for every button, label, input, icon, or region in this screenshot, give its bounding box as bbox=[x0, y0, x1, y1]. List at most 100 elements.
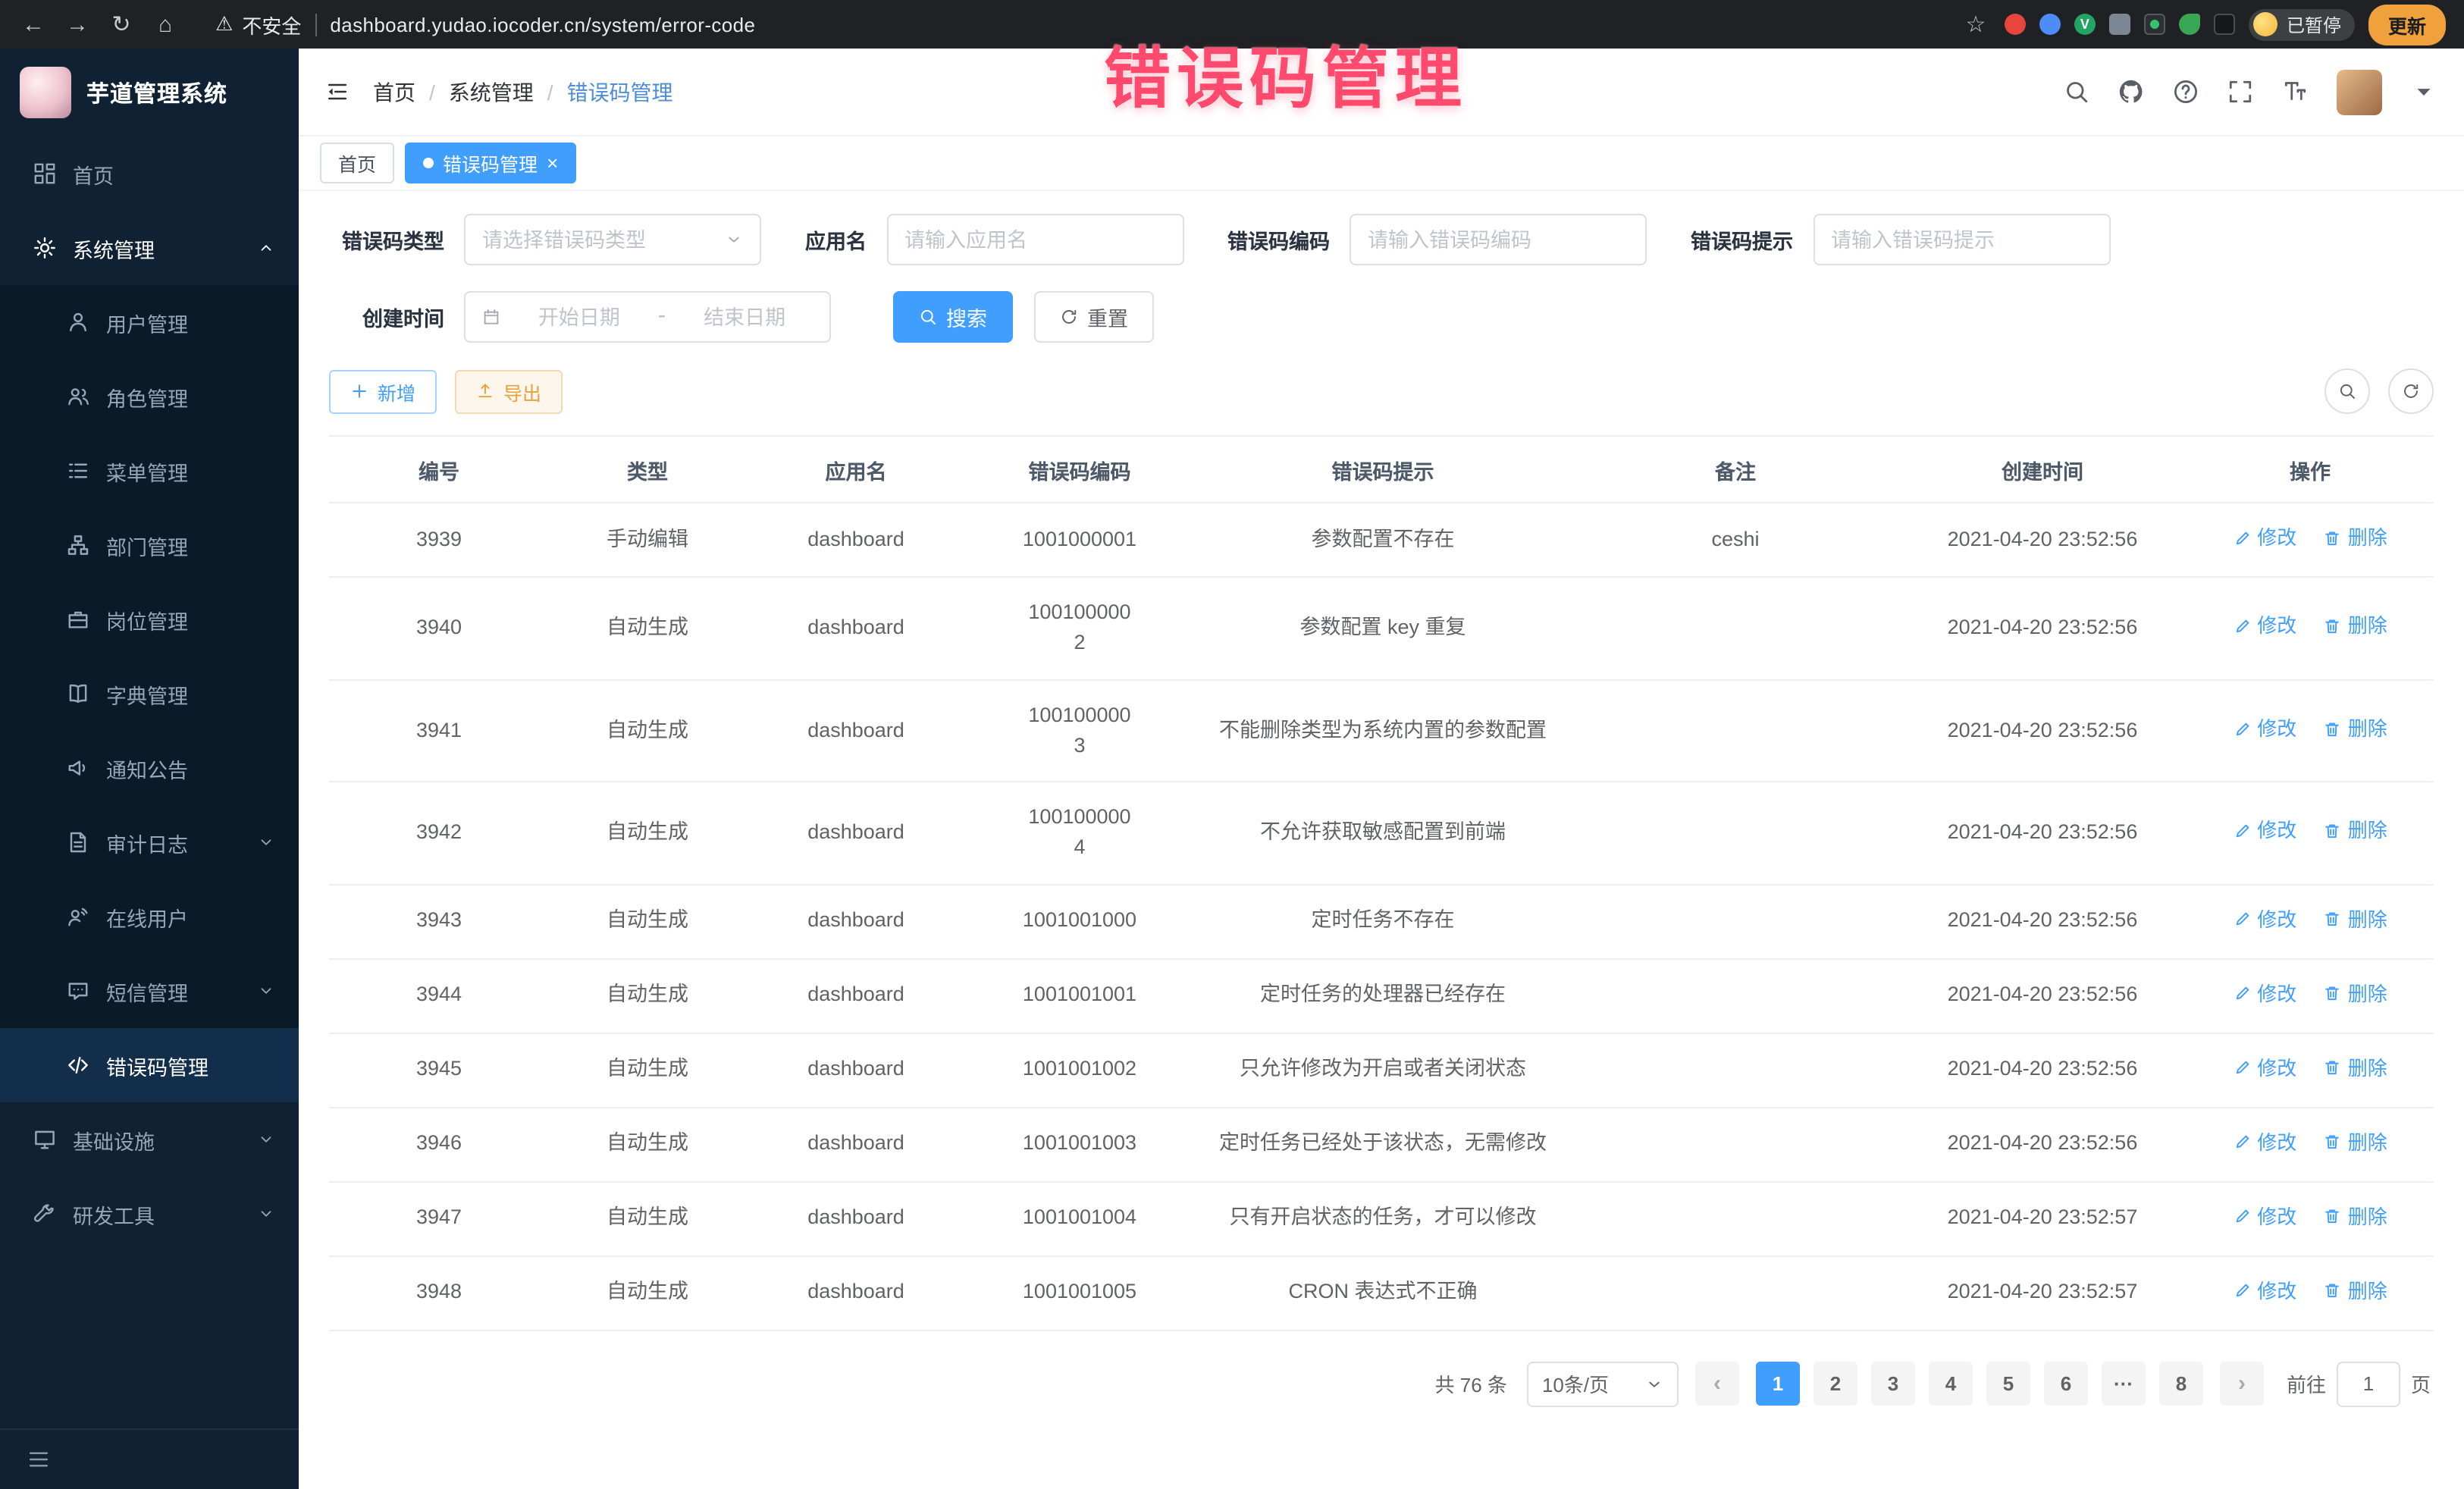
page-button[interactable]: 8 bbox=[2159, 1362, 2203, 1406]
sidebar-item-notices[interactable]: 通知公告 bbox=[0, 731, 299, 805]
delete-link[interactable]: 删除 bbox=[2324, 1127, 2387, 1157]
bookmark-star-icon[interactable]: ☆ bbox=[1961, 11, 1991, 38]
delete-link[interactable]: 删除 bbox=[2324, 714, 2387, 744]
edit-link[interactable]: 修改 bbox=[2233, 714, 2296, 744]
date-range-picker[interactable]: - bbox=[464, 291, 831, 343]
breadcrumb-system[interactable]: 系统管理 bbox=[449, 77, 534, 107]
sidebar-item-system[interactable]: 系统管理 bbox=[0, 211, 299, 285]
font-size-icon[interactable] bbox=[2282, 79, 2308, 105]
extension-icon-v[interactable]: V bbox=[2074, 14, 2096, 35]
help-icon[interactable] bbox=[2173, 79, 2199, 105]
tab-error-codes[interactable]: 错误码管理 × bbox=[405, 143, 576, 183]
goto-page-input[interactable] bbox=[2337, 1361, 2400, 1406]
tab-home[interactable]: 首页 bbox=[320, 143, 394, 183]
wrench-icon bbox=[33, 1202, 56, 1225]
delete-link[interactable]: 删除 bbox=[2324, 612, 2387, 641]
menu-fold-button[interactable] bbox=[326, 80, 349, 103]
delete-link[interactable]: 删除 bbox=[2324, 904, 2387, 934]
refresh-table-button[interactable] bbox=[2388, 368, 2434, 414]
delete-link[interactable]: 删除 bbox=[2324, 1202, 2387, 1231]
extension-icon-red[interactable] bbox=[2005, 14, 2026, 35]
edit-link[interactable]: 修改 bbox=[2233, 1276, 2296, 1306]
breadcrumb-home[interactable]: 首页 bbox=[373, 77, 415, 107]
cell-type: 自动生成 bbox=[607, 983, 688, 1006]
edit-link[interactable]: 修改 bbox=[2233, 612, 2296, 641]
edit-link[interactable]: 修改 bbox=[2233, 979, 2296, 1008]
extension-icon-switch[interactable] bbox=[2144, 14, 2165, 35]
app-logo[interactable]: 芋道管理系统 bbox=[0, 49, 299, 136]
sidebar-item-online-users[interactable]: 在线用户 bbox=[0, 879, 299, 954]
toggle-search-button[interactable] bbox=[2324, 368, 2370, 414]
user-avatar[interactable] bbox=[2337, 69, 2382, 114]
start-date-input[interactable] bbox=[511, 306, 647, 328]
delete-link[interactable]: 删除 bbox=[2324, 817, 2387, 846]
edit-link[interactable]: 修改 bbox=[2233, 1053, 2296, 1083]
page-size-select[interactable]: 10条/页 bbox=[1527, 1361, 1679, 1406]
extension-icon-leaf[interactable] bbox=[2179, 14, 2200, 35]
sidebar-item-infrastructure[interactable]: 基础设施 bbox=[0, 1102, 299, 1177]
error-type-select[interactable] bbox=[464, 214, 761, 265]
paused-badge[interactable]: 已暂停 bbox=[2249, 8, 2355, 40]
sidebar-item-dict[interactable]: 字典管理 bbox=[0, 657, 299, 731]
error-type-select-input[interactable] bbox=[482, 228, 714, 251]
extension-icon-blue[interactable] bbox=[2039, 14, 2061, 35]
extension-icon-grid[interactable] bbox=[2109, 14, 2130, 35]
search-button[interactable]: 搜索 bbox=[893, 291, 1013, 343]
page-button[interactable]: ··· bbox=[2102, 1362, 2146, 1406]
extensions-pin-icon[interactable] bbox=[2214, 14, 2235, 35]
table-row: 3948 自动生成 dashboard 1001001005 CRON 表达式不… bbox=[329, 1255, 2434, 1330]
address-bar[interactable]: dashboard.yudao.iocoder.cn/system/error-… bbox=[330, 13, 755, 36]
error-hint-input[interactable] bbox=[1831, 228, 2092, 251]
page-button[interactable]: 1 bbox=[1756, 1362, 1800, 1406]
chevron-down-icon[interactable] bbox=[2411, 79, 2437, 105]
reset-button[interactable]: 重置 bbox=[1034, 291, 1154, 343]
home-icon[interactable]: ⌂ bbox=[150, 11, 180, 37]
sidebar-collapse-button[interactable] bbox=[0, 1428, 299, 1489]
reload-icon[interactable]: ↻ bbox=[106, 11, 136, 38]
delete-link[interactable]: 删除 bbox=[2324, 523, 2387, 553]
browser-update-button[interactable]: 更新 bbox=[2368, 4, 2446, 45]
back-icon[interactable]: ← bbox=[18, 11, 49, 37]
sidebar-item-posts[interactable]: 岗位管理 bbox=[0, 582, 299, 657]
next-page-button[interactable]: › bbox=[2220, 1362, 2264, 1406]
delete-link[interactable]: 删除 bbox=[2324, 1276, 2387, 1306]
error-code-input[interactable] bbox=[1368, 228, 1629, 251]
security-chip[interactable]: ⚠ 不安全 bbox=[215, 10, 301, 39]
sidebar-item-error-codes[interactable]: 错误码管理 bbox=[0, 1028, 299, 1102]
sidebar-item-home[interactable]: 首页 bbox=[0, 136, 299, 211]
cell-type: 手动编辑 bbox=[607, 528, 688, 550]
page-button[interactable]: 6 bbox=[2044, 1362, 2088, 1406]
export-button[interactable]: 导出 bbox=[455, 369, 563, 413]
app-name-input[interactable] bbox=[904, 228, 1165, 251]
edit-link[interactable]: 修改 bbox=[2233, 817, 2296, 846]
sidebar-item-roles[interactable]: 角色管理 bbox=[0, 359, 299, 434]
delete-link[interactable]: 删除 bbox=[2324, 1053, 2387, 1083]
page-button[interactable]: 2 bbox=[1814, 1362, 1857, 1406]
edit-link[interactable]: 修改 bbox=[2233, 523, 2296, 553]
prev-page-button[interactable]: ‹ bbox=[1695, 1362, 1739, 1406]
add-button[interactable]: 新增 bbox=[329, 369, 437, 413]
fullscreen-icon[interactable] bbox=[2227, 79, 2253, 105]
search-icon[interactable] bbox=[2064, 79, 2089, 105]
edit-link[interactable]: 修改 bbox=[2233, 1202, 2296, 1231]
page-button[interactable]: 4 bbox=[1929, 1362, 1973, 1406]
sidebar-item-departments[interactable]: 部门管理 bbox=[0, 508, 299, 582]
cell-id: 3945 bbox=[416, 1058, 462, 1080]
sidebar-item-sms[interactable]: 短信管理 bbox=[0, 954, 299, 1028]
sidebar-item-users[interactable]: 用户管理 bbox=[0, 285, 299, 359]
forward-icon[interactable]: → bbox=[62, 11, 92, 37]
edit-link[interactable]: 修改 bbox=[2233, 1127, 2296, 1157]
edit-link[interactable]: 修改 bbox=[2233, 904, 2296, 934]
sidebar-item-audit-logs[interactable]: 审计日志 bbox=[0, 805, 299, 879]
github-icon[interactable] bbox=[2118, 79, 2144, 105]
delete-link[interactable]: 删除 bbox=[2324, 979, 2387, 1008]
sidebar-item-menus[interactable]: 菜单管理 bbox=[0, 434, 299, 508]
browser-chrome: ← → ↻ ⌂ ⚠ 不安全 dashboard.yudao.iocoder.cn… bbox=[0, 0, 2464, 49]
page-button[interactable]: 5 bbox=[1986, 1362, 2030, 1406]
error-code-table: 编号 类型 应用名 错误码编码 错误码提示 备注 创建时间 操作 3939 手动… bbox=[329, 435, 2434, 1331]
cell-code: 100100000 2 bbox=[1028, 600, 1130, 654]
page-button[interactable]: 3 bbox=[1871, 1362, 1915, 1406]
close-icon[interactable]: × bbox=[547, 153, 558, 173]
end-date-input[interactable] bbox=[676, 306, 813, 328]
sidebar-item-devtools[interactable]: 研发工具 bbox=[0, 1177, 299, 1251]
